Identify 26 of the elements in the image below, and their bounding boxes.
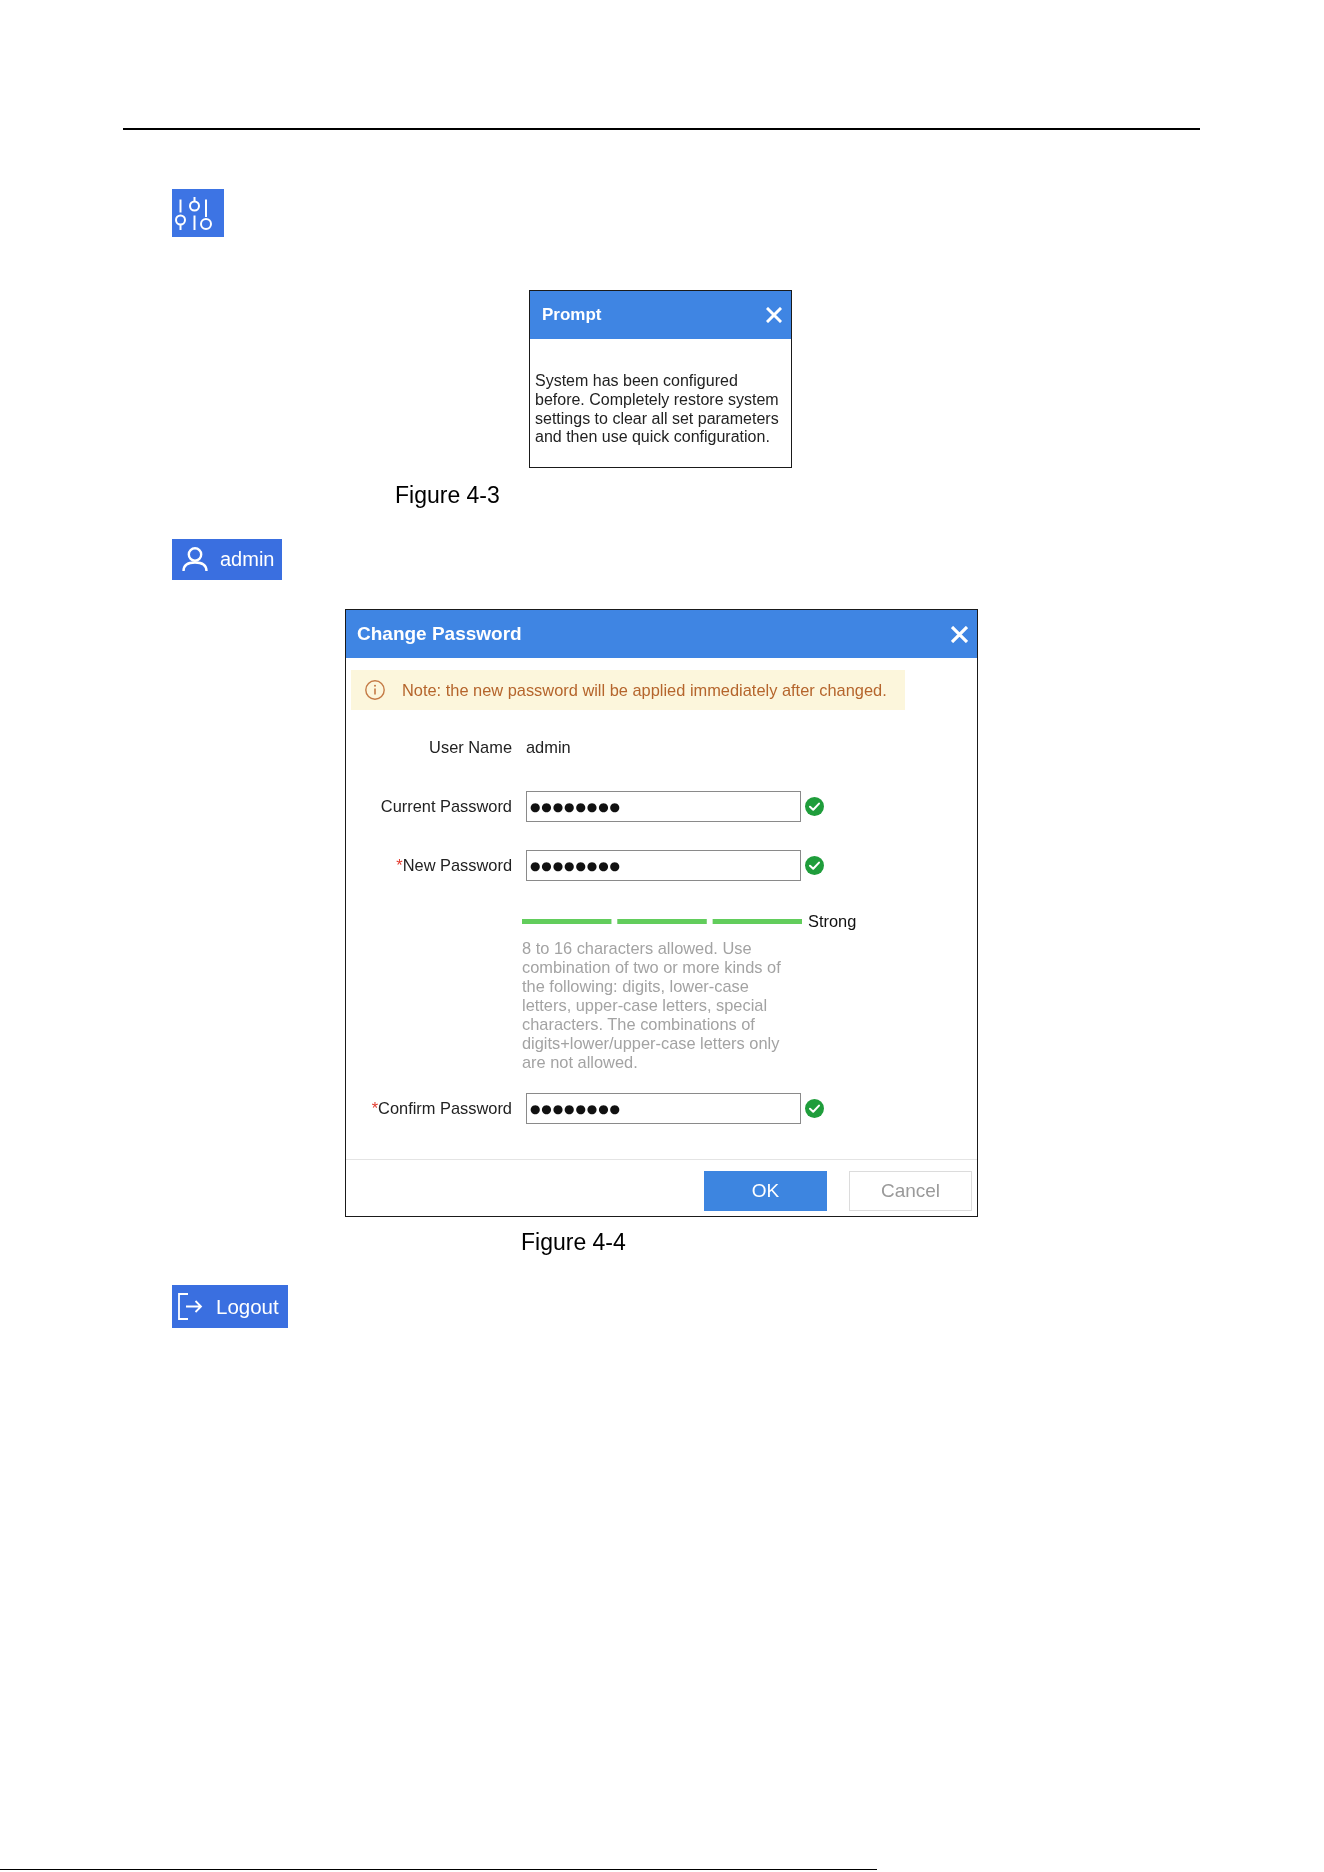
figure-caption: Figure 4-3 (395, 480, 500, 509)
field-label: User Name (429, 738, 512, 758)
hint-text: 8 to 16 characters allowed. Use combination of two or more kinds of the following: digits, lower-case letters, upper-case letters, special characters. The combinations of digits+lower/upper-case letters only are not allowed. (522, 939, 782, 1073)
password-field[interactable]: ●●●●●●●● (526, 1093, 801, 1125)
cancel-button[interactable]: Cancel (849, 1171, 972, 1212)
close-icon[interactable] (766, 307, 782, 323)
ok-button[interactable]: OK (704, 1171, 827, 1212)
field-label: *New Password (396, 856, 512, 876)
user-button[interactable]: admin (172, 539, 282, 581)
settings-icon[interactable] (172, 189, 224, 237)
figure-caption: Figure 4-4 (521, 1228, 626, 1257)
person-icon (182, 547, 208, 573)
logout-button[interactable]: Logout (172, 1285, 288, 1329)
password-field[interactable]: ●●●●●●●● (526, 791, 801, 823)
notice-text: Note: the new password will be applied immediately after changed. (402, 680, 887, 700)
field-label: *Confirm Password (371, 1099, 512, 1119)
dialog-title: Prompt (542, 305, 602, 325)
field-value: admin (526, 738, 571, 758)
password-field[interactable]: ●●●●●●●● (526, 850, 801, 882)
info-icon (365, 680, 385, 701)
strength-label: Strong (808, 912, 857, 932)
dialog-message: System has been configured before. Completely restore system settings to clear all set parameters and then use quick configuration. (535, 372, 780, 448)
dialog-title: Change Password (357, 623, 522, 646)
close-icon[interactable] (951, 625, 968, 643)
field-label: Current Password (380, 797, 512, 817)
logout-icon (178, 1293, 203, 1321)
